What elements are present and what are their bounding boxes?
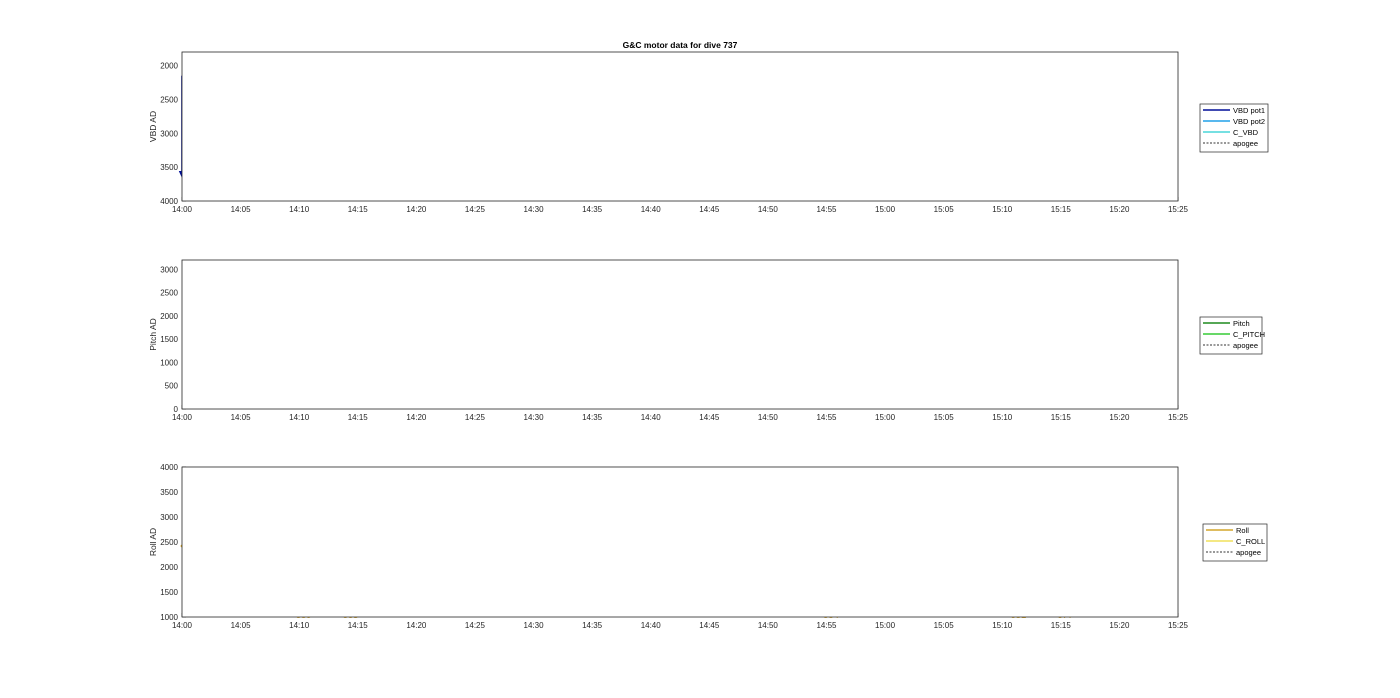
x-tick-label: 14:00	[172, 205, 193, 214]
chart-3: 14:00 14:05 14:10 14:15 14:20 14:25 14:30 14:35…	[148, 463, 1268, 630]
x-tick-label: 15:10	[992, 205, 1013, 214]
x-tick-label: 15:05	[934, 205, 955, 214]
x-tick-label: 14:20	[406, 621, 427, 630]
y-tick-label: 3000	[160, 265, 178, 274]
plot-frame	[181, 51, 1179, 202]
x-tick-label: 14:30	[524, 621, 545, 630]
x-tick-label: 15:10	[992, 413, 1013, 422]
legend-label: apogee	[1233, 341, 1258, 350]
legend-label: Roll	[1236, 526, 1249, 535]
x-tick-label: 14:05	[231, 205, 252, 214]
x-tick-label: 14:30	[524, 205, 545, 214]
x-tick-label: 14:20	[406, 205, 427, 214]
x-tick-label: 14:10	[289, 205, 310, 214]
legend: Pitch C_PITCHapogee	[1199, 316, 1265, 355]
x-tick-label: 14:40	[641, 621, 662, 630]
x-tick-label: 14:55	[816, 413, 837, 422]
x-tick-label: 14:15	[348, 205, 369, 214]
y-tick-label: 2500	[160, 95, 178, 104]
x-tick-label: 14:45	[699, 413, 720, 422]
x-tick-label: 15:15	[1051, 621, 1072, 630]
y-tick-label: 3000	[160, 129, 178, 138]
x-tick-label: 14:30	[524, 413, 545, 422]
y-axis-label: Pitch AD	[148, 318, 158, 351]
y-tick-label: 2500	[160, 289, 178, 298]
y-tick-label: 1500	[160, 588, 178, 597]
x-tick-label: 14:45	[699, 621, 720, 630]
x-tick-label: 15:20	[1109, 413, 1130, 422]
x-tick-label: 14:20	[406, 413, 427, 422]
x-tick-label: 14:10	[289, 413, 310, 422]
x-tick-label: 15:00	[875, 413, 896, 422]
legend-label: apogee	[1233, 139, 1258, 148]
x-tick-label: 15:20	[1109, 621, 1130, 630]
y-tick-label: 2000	[160, 563, 178, 572]
figure-canvas: G&C motor data for dive 737 14:00 14:05 14…	[148, 40, 1269, 630]
y-tick-label: 3500	[160, 163, 178, 172]
x-tick-label: 14:40	[641, 413, 662, 422]
x-tick-label: 15:20	[1109, 205, 1130, 214]
legend-label: VBD pot2	[1233, 117, 1265, 126]
legend: VBD pot1 VBD pot2 C_VBDapogee	[1199, 103, 1269, 153]
x-tick-label: 15:15	[1051, 413, 1072, 422]
x-tick-label: 14:10	[289, 621, 310, 630]
x-tick-label: 15:10	[992, 621, 1013, 630]
legend-label: Pitch	[1233, 319, 1250, 328]
x-tick-label: 14:50	[758, 621, 779, 630]
chart-2: 14:00 14:05 14:10 14:15 14:20 14:25 14:30 14:35…	[148, 259, 1265, 422]
x-tick-label: 14:00	[172, 413, 193, 422]
x-tick-label: 14:35	[582, 413, 603, 422]
y-tick-label: 500	[165, 382, 179, 391]
y-tick-label: 1500	[160, 335, 178, 344]
x-tick-label: 15:25	[1168, 621, 1189, 630]
x-tick-label: 14:40	[641, 205, 662, 214]
x-tick-label: 15:00	[875, 205, 896, 214]
x-tick-label: 14:00	[172, 621, 193, 630]
x-tick-label: 14:55	[816, 621, 837, 630]
y-axis-label: Roll AD	[148, 528, 158, 556]
x-tick-label: 15:15	[1051, 205, 1072, 214]
y-tick-label: 3000	[160, 513, 178, 522]
x-tick-label: 14:05	[231, 621, 252, 630]
plot-frame	[181, 259, 1179, 410]
y-tick-label: 0	[174, 405, 179, 414]
x-tick-label: 15:25	[1168, 205, 1189, 214]
y-tick-label: 2500	[160, 538, 178, 547]
x-tick-label: 14:35	[582, 621, 603, 630]
charts-group: 14:00 14:05 14:10 14:15 14:20 14:25 14:30 14:35…	[148, 51, 1269, 630]
legend-label: VBD pot1	[1233, 106, 1265, 115]
legend-label: C_PITCH	[1233, 330, 1265, 339]
x-tick-label: 14:25	[465, 205, 486, 214]
x-tick-label: 14:25	[465, 413, 486, 422]
y-tick-label: 2000	[160, 312, 178, 321]
y-tick-label: 2000	[160, 62, 178, 71]
x-tick-label: 14:55	[816, 205, 837, 214]
y-tick-label: 1000	[160, 613, 178, 622]
figure-title: G&C motor data for dive 737	[623, 40, 738, 50]
y-axis-label: VBD AD	[148, 111, 158, 142]
y-tick-label: 4000	[160, 197, 178, 206]
legend-label: C_VBD	[1233, 128, 1259, 137]
x-tick-label: 14:25	[465, 621, 486, 630]
x-tick-label: 14:50	[758, 413, 779, 422]
x-tick-label: 14:15	[348, 621, 369, 630]
x-tick-label: 15:25	[1168, 413, 1189, 422]
legend-label: apogee	[1236, 548, 1261, 557]
y-tick-label: 3500	[160, 488, 178, 497]
y-tick-label: 1000	[160, 358, 178, 367]
y-tick-label: 4000	[160, 463, 178, 472]
x-tick-label: 15:05	[934, 621, 955, 630]
x-tick-label: 14:50	[758, 205, 779, 214]
plot-frame	[181, 466, 1179, 618]
legend: Roll C_ROLLapogee	[1202, 523, 1268, 562]
x-tick-label: 15:05	[934, 413, 955, 422]
x-tick-label: 14:45	[699, 205, 720, 214]
chart-1: 14:00 14:05 14:10 14:15 14:20 14:25 14:30 14:35…	[148, 51, 1269, 214]
x-tick-label: 14:35	[582, 205, 603, 214]
x-tick-label: 14:05	[231, 413, 252, 422]
x-tick-label: 15:00	[875, 621, 896, 630]
x-tick-label: 14:15	[348, 413, 369, 422]
legend-label: C_ROLL	[1236, 537, 1265, 546]
